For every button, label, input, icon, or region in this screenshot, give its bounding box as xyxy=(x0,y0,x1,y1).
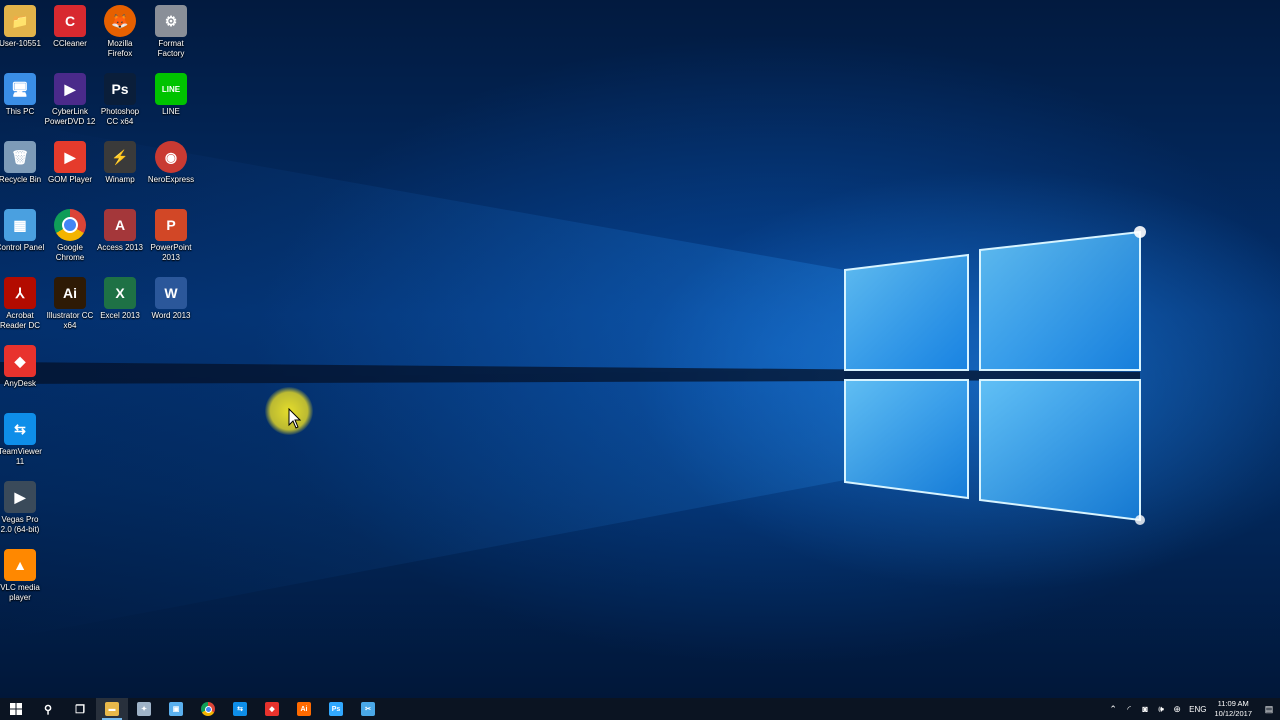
start-button[interactable] xyxy=(0,698,32,720)
clock-date: 10/12/2017 xyxy=(1214,709,1252,718)
desktop-icon[interactable]: X Excel 2013 xyxy=(94,274,146,338)
desktop-icon-label: VLC media player xyxy=(0,583,40,602)
desktop-icon-label: LINE xyxy=(162,107,180,116)
desktop-icon[interactable]: ▶ CyberLink PowerDVD 12 xyxy=(44,70,96,134)
chevron-up-icon[interactable]: ⌃ xyxy=(1105,698,1121,720)
taskbar-button[interactable]: ▬ xyxy=(96,698,128,720)
nero-express-icon: ◉ xyxy=(155,141,187,173)
usb-icon[interactable]: ⊕ xyxy=(1169,698,1185,720)
desktop-icon[interactable]: ▶ Vegas Pro 2.0 (64-bit) xyxy=(0,478,46,542)
anydesk-taskbar-icon: ◆ xyxy=(265,702,279,716)
vlc-icon: ▲ xyxy=(4,549,36,581)
windows-start-icon xyxy=(10,703,22,715)
pc-app-icon: ▣ xyxy=(169,702,183,716)
winamp-icon: ⚡ xyxy=(104,141,136,173)
word-icon: W xyxy=(155,277,187,309)
this-pc-icon: 🖥 xyxy=(4,73,36,105)
chrome-taskbar-icon xyxy=(201,702,215,716)
vegas-pro-icon: ▶ xyxy=(4,481,36,513)
illustrator-icon: Ai xyxy=(54,277,86,309)
user-folder-icon: 📁 xyxy=(4,5,36,37)
desktop-icon-label: Format Factory xyxy=(157,39,185,58)
taskbar-button[interactable]: ⇆ xyxy=(224,698,256,720)
desktop-icon[interactable]: Ps Photoshop CC x64 xyxy=(94,70,146,134)
desktop-icon[interactable]: ▲ VLC media player xyxy=(0,546,46,610)
desktop-icon-label: Word 2013 xyxy=(151,311,191,320)
taskbar-button[interactable]: ✦ xyxy=(128,698,160,720)
desktop-icon[interactable]: Google Chrome xyxy=(44,206,96,270)
desktop-icon[interactable]: ⚡ Winamp xyxy=(94,138,146,202)
illustrator-taskbar-icon: Ai xyxy=(297,702,311,716)
desktop-icon[interactable]: ⚙ Format Factory xyxy=(145,2,197,66)
clock-time: 11:09 AM xyxy=(1217,699,1249,708)
gear-app-icon: ✦ xyxy=(137,702,151,716)
taskbar: ⚲ ❐ ▬ ✦ ▣ ⇆ ◆ Ai Ps ✂ ⌃ ◜ ◙ 🕪 ⊕ ENG 11:09 AM 10/1… xyxy=(0,698,1280,720)
firefox-icon: 🦊 xyxy=(104,5,136,37)
task-view-icon: ❐ xyxy=(75,703,85,716)
file-explorer-icon: ▬ xyxy=(105,702,119,716)
taskbar-button[interactable]: ▣ xyxy=(160,698,192,720)
line-icon: LINE xyxy=(155,73,187,105)
desktop-icon-label: TeamViewer 11 xyxy=(0,447,42,466)
taskbar-button[interactable]: ⚲ xyxy=(32,698,64,720)
photoshop-icon: Ps xyxy=(104,73,136,105)
ccleaner-icon: C xyxy=(54,5,86,37)
gom-player-icon: ▶ xyxy=(54,141,86,173)
control-panel-icon: ▦ xyxy=(4,209,36,241)
taskbar-button[interactable] xyxy=(192,698,224,720)
clock[interactable]: 11:09 AM 10/12/2017 xyxy=(1214,699,1252,719)
desktop-icon-label: PowerPoint 2013 xyxy=(150,243,192,262)
desktop-icon-label: NeroExpress xyxy=(147,175,195,184)
photoshop-taskbar-icon: Ps xyxy=(329,702,343,716)
desktop-icon[interactable]: Ai Illustrator CC x64 xyxy=(44,274,96,338)
search-icon: ⚲ xyxy=(43,703,53,716)
recycle-bin-icon: 🗑 xyxy=(4,141,36,173)
taskbar-button[interactable]: Ai xyxy=(288,698,320,720)
desktop-icon[interactable]: A Access 2013 xyxy=(94,206,146,270)
desktop[interactable]: 📁 User-10551 C CCleaner 🦊 Mozilla Firefox ⚙ For… xyxy=(0,0,1280,698)
language-indicator[interactable]: ENG xyxy=(1189,705,1206,714)
desktop-icon[interactable]: P PowerPoint 2013 xyxy=(145,206,197,270)
taskbar-button[interactable]: ❐ xyxy=(64,698,96,720)
desktop-icon[interactable]: LINE LINE xyxy=(145,70,197,134)
security-icon[interactable]: ◙ xyxy=(1137,698,1153,720)
taskbar-button[interactable]: ◆ xyxy=(256,698,288,720)
volume-icon[interactable]: 🕪 xyxy=(1153,698,1169,720)
anydesk-icon: ◆ xyxy=(4,345,36,377)
acrobat-icon: ⅄ xyxy=(4,277,36,309)
desktop-icon[interactable]: 🗑 Recycle Bin xyxy=(0,138,46,202)
powerpoint-icon: P xyxy=(155,209,187,241)
desktop-icon[interactable]: ⇆ TeamViewer 11 xyxy=(0,410,46,474)
teamviewer-icon: ⇆ xyxy=(4,413,36,445)
mouse-pointer-icon xyxy=(288,408,302,429)
desktop-icon[interactable]: ◉ NeroExpress xyxy=(145,138,197,202)
powerdvd-icon: ▶ xyxy=(54,73,86,105)
system-tray: ⌃ ◜ ◙ 🕪 ⊕ ENG 11:09 AM 10/12/2017 ▤ xyxy=(1105,698,1280,720)
snipping-tool-icon: ✂ xyxy=(361,702,375,716)
access-icon: A xyxy=(104,209,136,241)
taskbar-button[interactable]: ✂ xyxy=(352,698,384,720)
desktop-icon[interactable]: 🦊 Mozilla Firefox xyxy=(94,2,146,66)
network-icon[interactable]: ◜ xyxy=(1121,698,1137,720)
chrome-icon xyxy=(54,209,86,241)
format-factory-icon: ⚙ xyxy=(155,5,187,37)
teamviewer-taskbar-icon: ⇆ xyxy=(233,702,247,716)
desktop-icon[interactable]: ▶ GOM Player xyxy=(44,138,96,202)
notification-icon[interactable]: ▤ xyxy=(1258,698,1280,720)
desktop-icon[interactable]: W Word 2013 xyxy=(145,274,197,338)
desktop-icon-label: AnyDesk xyxy=(3,379,36,388)
desktop-icon[interactable]: ◆ AnyDesk xyxy=(0,342,46,406)
desktop-icon[interactable]: 📁 User-10551 xyxy=(0,2,46,66)
taskbar-button[interactable]: Ps xyxy=(320,698,352,720)
desktop-icon-label: Vegas Pro 2.0 (64-bit) xyxy=(0,515,40,534)
excel-icon: X xyxy=(104,277,136,309)
desktop-icon[interactable]: C CCleaner xyxy=(44,2,96,66)
